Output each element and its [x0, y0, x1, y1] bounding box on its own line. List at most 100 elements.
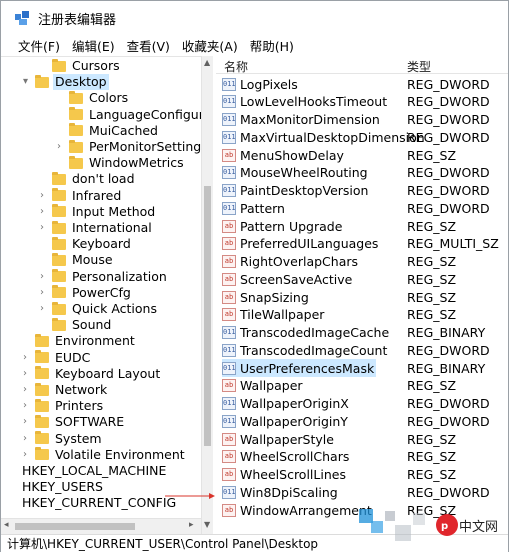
value-row[interactable]: 011 MaxMonitorDimension REG_DWORD	[216, 111, 508, 129]
value-row[interactable]: ab TileWallpaper REG_SZ	[216, 306, 508, 324]
value-row[interactable]: 011 MouseWheelRouting REG_DWORD	[216, 164, 508, 182]
tree-expander-icon[interactable]: ›	[40, 204, 48, 220]
tree-hscroll-thumb[interactable]	[15, 523, 135, 530]
tree-item[interactable]: › EUDC	[23, 350, 92, 366]
tree-expander-icon[interactable]: ›	[57, 139, 65, 155]
tree-expander-icon[interactable]: ›	[23, 366, 31, 382]
tree-expander-icon[interactable]: ›	[23, 414, 31, 430]
tree-expander-icon[interactable]: ›	[40, 285, 48, 301]
string-value-icon: ab	[222, 379, 236, 393]
tree-expander-icon[interactable]: ›	[40, 188, 48, 204]
tree-item[interactable]: Cursors	[52, 58, 122, 74]
tree-item[interactable]: › Infrared	[40, 188, 123, 204]
tree-expander-icon[interactable]: ›	[40, 301, 48, 317]
value-type: REG_SZ	[407, 378, 457, 394]
tree-expander-icon[interactable]: ›	[23, 382, 31, 398]
value-row[interactable]: ab WallpaperStyle REG_SZ	[216, 430, 508, 448]
tree-expander-icon[interactable]: ▾	[23, 74, 31, 90]
tree-item[interactable]: HKEY_LOCAL_MACHINE	[20, 463, 168, 479]
tree-item[interactable]: MuiCached	[69, 123, 160, 139]
value-row[interactable]: 011 PaintDesktopVersion REG_DWORD	[216, 182, 508, 200]
tree-item[interactable]: Environment	[35, 333, 137, 349]
value-row[interactable]: 011 WallpaperOriginX REG_DWORD	[216, 395, 508, 413]
tree-expander-icon[interactable]: ›	[23, 447, 31, 463]
tree-item-label: MuiCached	[89, 122, 158, 138]
tree-expander-icon[interactable]: ›	[40, 220, 48, 236]
value-row[interactable]: 011 WallpaperOriginY REG_DWORD	[216, 412, 508, 430]
binary-value-icon: 011	[222, 166, 236, 180]
tree-expander-icon[interactable]: ›	[40, 269, 48, 285]
value-type: REG_BINARY	[407, 360, 486, 376]
value-row[interactable]: 011 TranscodedImageCount REG_DWORD	[216, 341, 508, 359]
tree-item[interactable]: LanguageConfiguration	[69, 107, 212, 123]
value-row[interactable]: 011 Win8DpiScaling REG_DWORD	[216, 483, 508, 501]
value-row[interactable]: ab RightOverlapChars REG_SZ	[216, 253, 508, 271]
tree-item[interactable]: WindowMetrics	[69, 155, 186, 171]
tree-item[interactable]: › System	[23, 431, 104, 447]
tree-expander-icon[interactable]: ›	[23, 398, 31, 414]
value-row[interactable]: 011 UserPreferencesMask REG_BINARY	[216, 359, 508, 377]
tree-item[interactable]: › Network	[23, 382, 109, 398]
scroll-up-arrow-icon[interactable]: ▲	[204, 58, 210, 67]
tree-expander-icon[interactable]: ›	[23, 431, 31, 447]
tree-item[interactable]: › PerMonitorSettings	[57, 139, 210, 155]
tree-item[interactable]: ▾ Desktop	[23, 74, 109, 91]
tree-item[interactable]: › SOFTWARE	[23, 414, 126, 430]
values-list-pane[interactable]: 名称 类型 011 LogPixels REG_DWORD 011 LowLevelHo…	[216, 56, 508, 534]
scroll-down-arrow-icon[interactable]: ▼	[204, 520, 210, 529]
tree-item[interactable]: HKEY_USERS	[20, 479, 105, 495]
menu-favorites[interactable]: 收藏夹(A)	[182, 36, 238, 55]
value-row[interactable]: ab Wallpaper REG_SZ	[216, 377, 508, 395]
value-type: REG_SZ	[407, 449, 457, 465]
tree-scroll-thumb[interactable]	[204, 186, 211, 446]
tree-item[interactable]: Mouse	[52, 252, 115, 268]
tree-item[interactable]: Keyboard	[52, 236, 133, 252]
tree-horizontal-scrollbar[interactable]: ◂ ▸	[1, 518, 201, 534]
regedit-app-icon	[15, 10, 30, 26]
menu-view[interactable]: 查看(V)	[127, 36, 170, 55]
value-row[interactable]: 011 MaxVirtualDesktopDimension REG_DWORD	[216, 128, 508, 146]
tree-vertical-scrollbar[interactable]: ▲ ▼	[201, 56, 213, 534]
menu-help[interactable]: 帮助(H)	[250, 36, 294, 55]
scroll-left-arrow-icon[interactable]: ◂	[4, 520, 9, 530]
value-row[interactable]: ab WindowArrangement REG_SZ	[216, 501, 508, 519]
tree-expander-icon[interactable]: ›	[23, 350, 31, 366]
value-row[interactable]: ab Pattern Upgrade REG_SZ	[216, 217, 508, 235]
value-row[interactable]: ab SnapSizing REG_SZ	[216, 288, 508, 306]
value-row[interactable]: 011 LogPixels REG_DWORD	[216, 75, 508, 93]
value-row[interactable]: ab MenuShowDelay REG_SZ	[216, 146, 508, 164]
folder-icon	[35, 333, 49, 347]
value-row[interactable]: 011 Pattern REG_DWORD	[216, 199, 508, 217]
value-row[interactable]: ab WheelScrollLines REG_SZ	[216, 466, 508, 484]
tree-item[interactable]: › PowerCfg	[40, 285, 133, 301]
value-row[interactable]: ab ScreenSaveActive REG_SZ	[216, 270, 508, 288]
menu-file[interactable]: 文件(F)	[18, 36, 60, 55]
tree-item[interactable]: › Quick Actions	[40, 301, 159, 317]
key-tree-pane[interactable]: Cursors ▾ DesktopColorsLanguageConfigurati…	[1, 56, 213, 534]
tree-item[interactable]: HKEY_CURRENT_CONFIG	[20, 495, 178, 511]
column-header-name[interactable]: 名称	[224, 58, 248, 75]
scroll-right-arrow-icon[interactable]: ▸	[189, 520, 194, 530]
folder-icon	[35, 431, 49, 445]
value-name-cell: 011 MouseWheelRouting	[222, 164, 370, 182]
value-row[interactable]: 011 TranscodedImageCache REG_BINARY	[216, 324, 508, 342]
value-row[interactable]: ab WheelScrollChars REG_SZ	[216, 448, 508, 466]
tree-item[interactable]: Sound	[52, 317, 113, 333]
value-row[interactable]: ab PreferredUILanguages REG_MULTI_SZ	[216, 235, 508, 253]
binary-value-icon: 011	[222, 95, 236, 109]
tree-item[interactable]: › Personalization	[40, 269, 169, 285]
value-row[interactable]: 011 LowLevelHooksTimeout REG_DWORD	[216, 93, 508, 111]
tree-item[interactable]: › Keyboard Layout	[23, 366, 162, 382]
tree-item[interactable]: › Printers	[23, 398, 105, 414]
binary-value-icon: 011	[222, 326, 236, 339]
tree-item[interactable]: Colors	[69, 90, 130, 106]
tree-item[interactable]: › Input Method	[40, 204, 157, 220]
tree-item-label: Network	[55, 382, 108, 397]
menu-bar: 文件(F) 编辑(E) 查看(V) 收藏夹(A) 帮助(H)	[1, 35, 508, 56]
menu-edit[interactable]: 编辑(E)	[72, 36, 115, 55]
tree-item[interactable]: don't load	[52, 171, 137, 187]
tree-item[interactable]: › International	[40, 220, 154, 236]
column-header-type[interactable]: 类型	[407, 58, 431, 75]
binary-value-icon: 011	[222, 485, 236, 499]
tree-item[interactable]: › Volatile Environment	[23, 447, 187, 463]
